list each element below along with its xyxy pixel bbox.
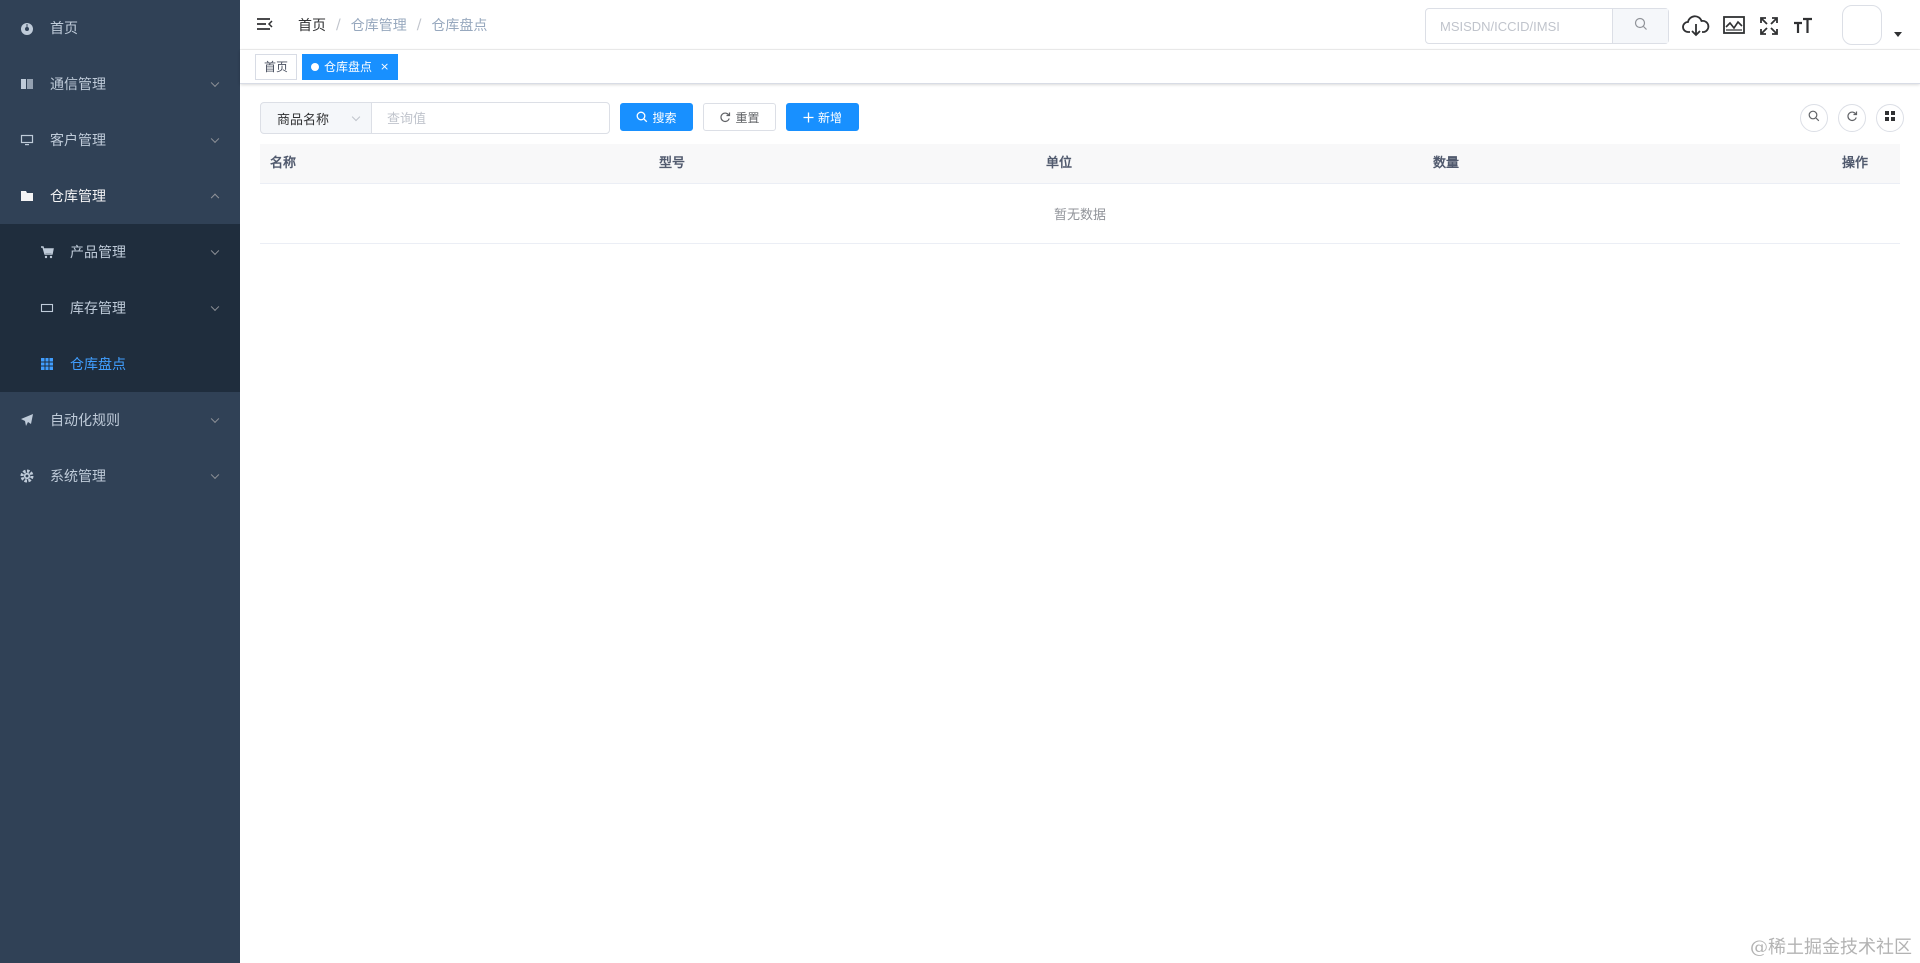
chevron-down-icon: [210, 78, 220, 88]
send-icon: [20, 413, 34, 427]
sidebar-item-label: 仓库盘点: [70, 357, 126, 373]
refresh-icon: [719, 111, 731, 123]
tags-view: 首页 仓库盘点 ×: [240, 50, 1920, 84]
monitor-icon: [20, 133, 34, 147]
add-button-label: 新增: [817, 110, 842, 125]
chevron-down-icon: [351, 112, 361, 122]
breadcrumb-separator: /: [416, 17, 422, 33]
toggle-search-button[interactable]: [1800, 104, 1828, 132]
top-search-button[interactable]: [1612, 9, 1668, 43]
table-header: 名称 型号 单位 数量 操作: [260, 144, 1900, 184]
sidebar-item-product[interactable]: 产品管理: [0, 224, 240, 280]
chevron-down-icon: [210, 414, 220, 424]
fullscreen-icon[interactable]: [1755, 12, 1783, 40]
avatar[interactable]: [1842, 5, 1882, 45]
monitor-chart-icon[interactable]: [1720, 12, 1748, 40]
sidebar-item-system[interactable]: 系统管理: [0, 448, 240, 504]
chevron-down-icon: [210, 134, 220, 144]
grid-icon: [1884, 110, 1896, 126]
sidebar-item-label: 产品管理: [70, 245, 126, 261]
top-search-box: [1425, 8, 1669, 44]
sidebar-item-label: 自动化规则: [50, 413, 120, 429]
column-header-actions: 操作: [1842, 156, 1869, 171]
tag-label: 仓库盘点: [324, 60, 373, 74]
sidebar-item-home[interactable]: 首页: [0, 0, 240, 56]
search-icon: [1808, 110, 1820, 126]
hamburger-menu-icon[interactable]: [255, 15, 275, 35]
grid-table-icon: [40, 357, 54, 371]
search-icon: [1634, 17, 1648, 35]
sidebar: 首页 通信管理 客户管理 仓库管理 产品管理 库存管理 仓库盘点 自动化规则 系…: [0, 0, 240, 963]
query-form: 商品名称 搜索 重置 新增: [260, 102, 880, 134]
navbar: 首页 / 仓库管理 / 仓库盘点: [240, 0, 1920, 50]
breadcrumb-item-warehouse: 仓库管理: [350, 18, 407, 34]
column-header-quantity: 数量: [1433, 156, 1460, 171]
chevron-down-icon: [210, 302, 220, 312]
columns-button[interactable]: [1876, 104, 1904, 132]
column-header-model: 型号: [659, 156, 686, 171]
breadcrumb: 首页 / 仓库管理 / 仓库盘点: [298, 15, 487, 35]
cloud-download-icon[interactable]: [1682, 12, 1710, 40]
font-size-icon[interactable]: [1789, 12, 1817, 40]
watermark: @稀土掘金技术社区: [1750, 937, 1912, 958]
sidebar-item-label: 客户管理: [50, 133, 106, 149]
table-empty-row: 暂无数据: [260, 184, 1900, 244]
tag-label: 首页: [264, 60, 289, 74]
tag-home[interactable]: 首页: [255, 54, 298, 80]
book-icon: [20, 77, 34, 91]
sidebar-item-label: 系统管理: [50, 469, 106, 485]
folder-icon: [20, 189, 34, 203]
breadcrumb-item-home[interactable]: 首页: [298, 15, 326, 35]
warehouse-submenu: 产品管理 库存管理 仓库盘点: [0, 224, 240, 392]
column-header-name: 名称: [270, 156, 297, 171]
search-button-label: 搜索: [652, 110, 677, 125]
dashboard-icon: [20, 21, 34, 35]
reset-button[interactable]: 重置: [703, 103, 776, 131]
plus-icon: [803, 112, 814, 123]
empty-text: 暂无数据: [1053, 208, 1106, 223]
breadcrumb-item-stocktake: 仓库盘点: [431, 18, 488, 34]
refresh-icon: [1846, 110, 1858, 126]
sidebar-item-automation[interactable]: 自动化规则: [0, 392, 240, 448]
sidebar-item-customer[interactable]: 客户管理: [0, 112, 240, 168]
field-select-value: 商品名称: [277, 112, 330, 128]
chevron-down-icon: [210, 470, 220, 480]
sidebar-item-label: 仓库管理: [50, 189, 106, 205]
cart-icon: [40, 245, 54, 259]
sidebar-item-label: 首页: [50, 21, 78, 37]
sidebar-item-stocktake[interactable]: 仓库盘点: [0, 336, 240, 392]
breadcrumb-separator: /: [336, 17, 341, 33]
rectangle-icon: [40, 301, 54, 315]
query-value-input[interactable]: [371, 102, 610, 134]
search-icon: [636, 111, 648, 123]
tag-stocktake[interactable]: 仓库盘点 ×: [302, 54, 399, 80]
table-toolbar: [1800, 104, 1904, 134]
chevron-down-icon: [210, 246, 220, 256]
active-dot-icon: [311, 63, 319, 71]
chevron-up-icon: [210, 193, 220, 203]
sidebar-item-communication[interactable]: 通信管理: [0, 56, 240, 112]
add-button[interactable]: 新增: [786, 103, 859, 131]
main-area: 首页 / 仓库管理 / 仓库盘点 MSISDN/ICCID/IMSI 首页 仓库…: [240, 0, 1920, 963]
close-icon[interactable]: ×: [380, 55, 389, 79]
sidebar-item-warehouse[interactable]: 仓库管理: [0, 168, 240, 224]
field-select[interactable]: 商品名称: [260, 102, 372, 134]
reset-button-label: 重置: [735, 110, 760, 125]
caret-down-icon[interactable]: [1894, 32, 1902, 37]
gear-icon: [20, 469, 34, 483]
top-search-input[interactable]: [1426, 9, 1612, 43]
column-header-unit: 单位: [1046, 156, 1073, 171]
sidebar-item-inventory[interactable]: 库存管理: [0, 280, 240, 336]
search-button[interactable]: 搜索: [620, 103, 693, 131]
sidebar-item-label: 库存管理: [70, 301, 126, 317]
refresh-button[interactable]: [1838, 104, 1866, 132]
stocktake-table: 名称 型号 单位 数量 操作 暂无数据: [260, 144, 1900, 244]
sidebar-item-label: 通信管理: [50, 77, 106, 93]
